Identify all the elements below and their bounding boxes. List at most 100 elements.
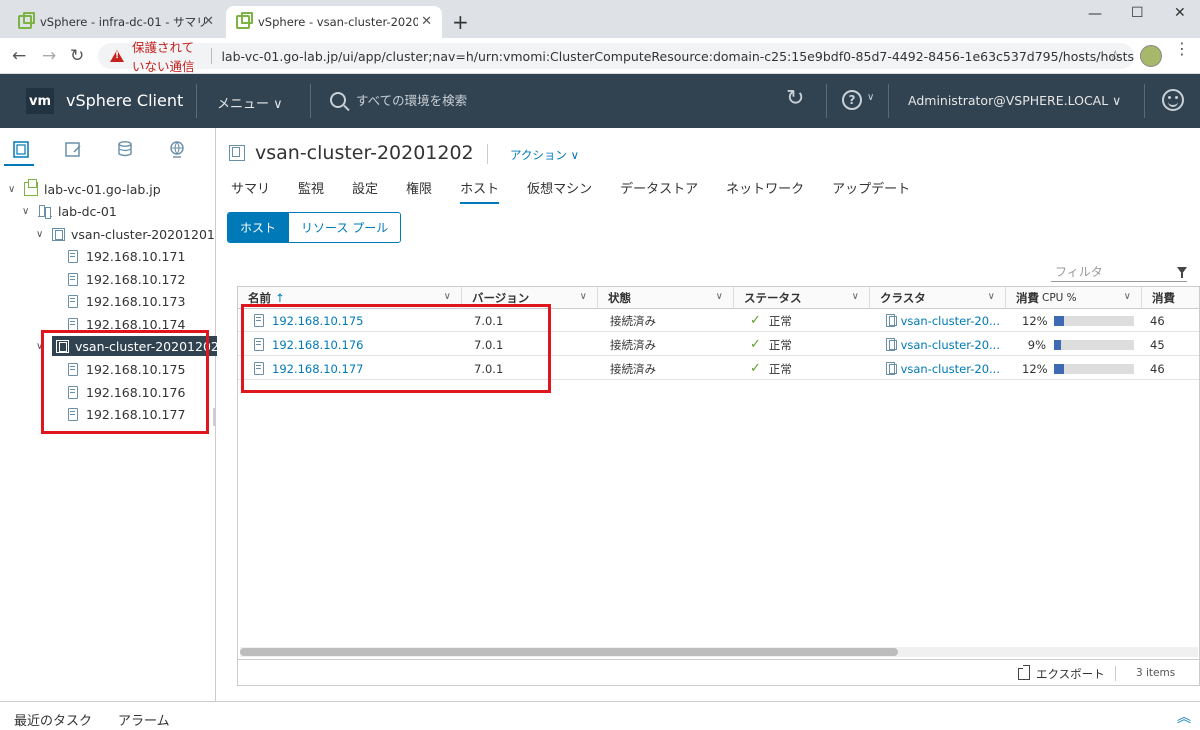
tree-item-vcenter[interactable]: ∨ lab-vc-01.go-lab.jp [8,179,161,199]
cpu-usage-bar [1054,363,1134,374]
tree-item-label: vsan-cluster-20201201 [71,226,215,242]
recent-tasks-tab[interactable]: 最近のタスク [14,710,92,729]
tab-hosts[interactable]: ホスト [460,178,500,204]
profile-avatar[interactable] [1140,45,1162,67]
host-icon [68,272,78,286]
column-header-sublabel: CPU % [1042,292,1077,304]
omnibox[interactable]: 保護されていない通信 lab-vc-01.go-lab.jp/ui/app/cl… [98,40,1134,74]
expand-caret-icon[interactable]: ∨ [36,229,48,240]
item-count: 3 items [1136,667,1176,679]
expand-caret-icon[interactable]: ∨ [8,184,20,195]
bookmark-star-icon[interactable]: ☆ [1109,47,1122,65]
menu-button[interactable]: メニュー ∨ [217,93,283,112]
tree-item-datacenter[interactable]: ∨ lab-dc-01 [22,201,117,221]
vsphere-header: vm vSphere Client メニュー ∨ すべての環境を検索 ↻ ? ∨… [0,74,1200,128]
storage-icon[interactable] [116,140,134,158]
close-tab-icon[interactable]: ✕ [421,14,432,29]
browser-menu-icon[interactable]: ⋮ [1174,41,1190,57]
status-cell: 正常 [768,313,792,328]
help-icon[interactable]: ? [842,90,862,110]
navigator-splitter[interactable] [213,408,216,426]
reload-icon[interactable]: ↻ [70,46,84,66]
next-column-cell: 46 [1150,313,1165,328]
tree-item-host[interactable]: 192.168.10.172 [68,269,185,289]
alarms-tab[interactable]: アラーム [118,710,170,729]
export-label: エクスポート [1036,667,1105,681]
cpu-usage-bar [1054,339,1134,350]
filter-input[interactable]: フィルタ [1051,260,1187,282]
window-close-icon[interactable]: ✕ [1174,5,1186,21]
cluster-link[interactable]: vsan-cluster-20... [901,338,1000,352]
back-icon[interactable]: ← [12,46,26,66]
networking-icon[interactable] [168,140,186,158]
tree-item-cluster-20201201[interactable]: ∨ vsan-cluster-20201201 [36,224,215,244]
actions-menu[interactable]: アクション ∨ [510,147,579,163]
cluster-link[interactable]: vsan-cluster-20... [901,314,1000,328]
vms-templates-icon[interactable] [64,140,82,158]
column-menu-icon[interactable]: ∨ [1124,291,1131,302]
export-icon [1018,665,1030,680]
help-caret-icon[interactable]: ∨ [867,92,874,103]
vm-logo: vm [26,88,54,114]
new-tab-button[interactable]: + [452,12,469,32]
user-menu[interactable]: Administrator@VSPHERE.LOCAL ∨ [908,93,1121,108]
scrollbar-thumb[interactable] [240,648,898,656]
maximize-icon[interactable]: ☐ [1131,5,1144,21]
tab-summary[interactable]: サマリ [231,178,270,204]
header-divider [826,84,827,118]
url-text[interactable]: lab-vc-01.go-lab.jp/ui/app/cluster;nav=h… [221,49,1134,64]
forward-icon[interactable]: → [42,46,56,66]
hosts-clusters-icon[interactable] [12,140,30,158]
column-header-next[interactable]: 消費 [1142,287,1200,309]
tab-networks[interactable]: ネットワーク [726,178,804,204]
sort-ascending-icon: ↑ [275,291,285,305]
column-menu-icon[interactable]: ∨ [580,291,587,302]
grid-footer: エクスポート 3 items [238,659,1199,686]
cluster-link[interactable]: vsan-cluster-20... [901,362,1000,376]
close-tab-icon[interactable]: ✕ [203,14,214,29]
tab-monitor[interactable]: 監視 [298,178,324,204]
column-header-cluster[interactable]: クラスタ ∨ [870,287,1006,309]
inventory-navigator: ∨ lab-vc-01.go-lab.jp ∨ lab-dc-01 ∨ vsan… [0,128,225,701]
feedback-smiley-icon[interactable] [1162,89,1184,111]
column-header-status[interactable]: ステータス ∨ [734,287,870,309]
tab-vms[interactable]: 仮想マシン [527,178,592,204]
tree-item-host[interactable]: 192.168.10.171 [68,246,185,266]
host-icon [68,249,78,263]
column-menu-icon[interactable]: ∨ [444,291,451,302]
cpu-usage-fill [1054,339,1062,350]
browser-tab-vsan[interactable]: vSphere - vsan-cluster-20201202 ✕ [226,6,442,38]
highlight-box-tree [41,330,209,434]
column-header-state[interactable]: 状態 ∨ [598,287,734,309]
vcenter-icon [24,179,38,196]
refresh-icon[interactable]: ↻ [786,86,804,111]
tab-permissions[interactable]: 権限 [406,178,432,204]
resource-pools-toggle-button[interactable]: リソース プール [288,213,401,242]
tree-item-host[interactable]: 192.168.10.173 [68,291,185,311]
column-header-label: 消費 [1016,291,1039,305]
view-toggle: ホスト リソース プール [227,212,402,243]
tab-configure[interactable]: 設定 [352,178,378,204]
minimize-icon[interactable]: — [1088,6,1102,22]
browser-tab-infra[interactable]: vSphere - infra-dc-01 - サマリ ✕ [8,6,224,38]
global-search[interactable]: すべての環境を検索 [330,90,467,109]
tab-updates[interactable]: アップデート [832,178,910,204]
expand-caret-icon[interactable]: ∨ [22,206,34,217]
cluster-icon [52,227,65,241]
horizontal-scrollbar[interactable] [240,647,1198,657]
column-menu-icon[interactable]: ∨ [852,291,859,302]
column-menu-icon[interactable]: ∨ [988,291,995,302]
cpu-value: 12% [1022,313,1048,328]
column-menu-icon[interactable]: ∨ [716,291,723,302]
filter-funnel-icon[interactable] [1177,267,1187,278]
expand-panel-icon[interactable]: ︽ [1177,707,1191,727]
export-button[interactable]: エクスポート [1018,665,1105,682]
highlight-box-grid [241,304,551,393]
next-column-cell: 46 [1150,361,1165,376]
column-header-label: 消費 [1152,291,1175,305]
header-divider [1144,84,1145,118]
search-icon [330,91,346,108]
tab-datastores[interactable]: データストア [620,178,698,204]
column-header-cpu[interactable]: 消費 CPU % ∨ [1006,287,1142,309]
hosts-toggle-button[interactable]: ホスト [228,213,289,242]
